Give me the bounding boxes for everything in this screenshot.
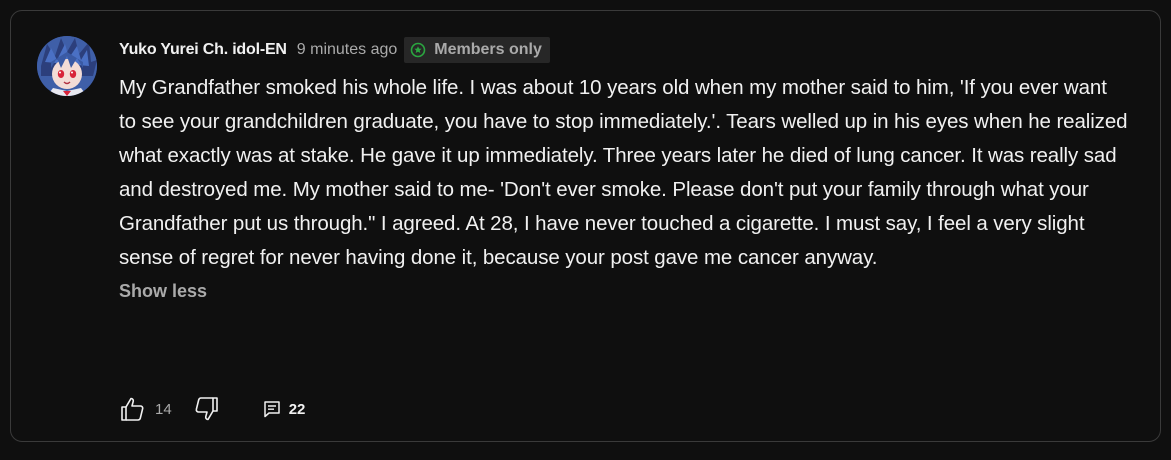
members-only-label: Members only [434,41,542,58]
dislike-button[interactable] [192,394,222,424]
comment-header: Yuko Yurei Ch. idol-EN 9 minutes ago Mem… [119,37,1129,63]
comment-card: Yuko Yurei Ch. idol-EN 9 minutes ago Mem… [10,10,1161,442]
comment-text: My Grandfather smoked his whole life. I … [119,76,1128,269]
reply-count: 22 [288,400,306,418]
author-name[interactable]: Yuko Yurei Ch. idol-EN [119,41,287,59]
like-button[interactable] [117,394,147,424]
comment-actions: 14 22 [117,393,305,425]
members-only-badge: Members only [404,37,550,63]
members-badge-icon [410,42,426,58]
show-less-button[interactable]: Show less [119,281,207,302]
avatar[interactable] [37,36,97,96]
avatar-image [37,36,97,96]
replies-button[interactable]: 22 [263,400,306,418]
comment-icon [263,401,280,418]
like-count: 14 [155,400,172,418]
thumbs-down-icon [195,397,218,421]
thumbs-up-icon [121,397,144,421]
comment-timestamp[interactable]: 9 minutes ago [297,41,398,59]
comment-content: Yuko Yurei Ch. idol-EN 9 minutes ago Mem… [119,37,1129,302]
